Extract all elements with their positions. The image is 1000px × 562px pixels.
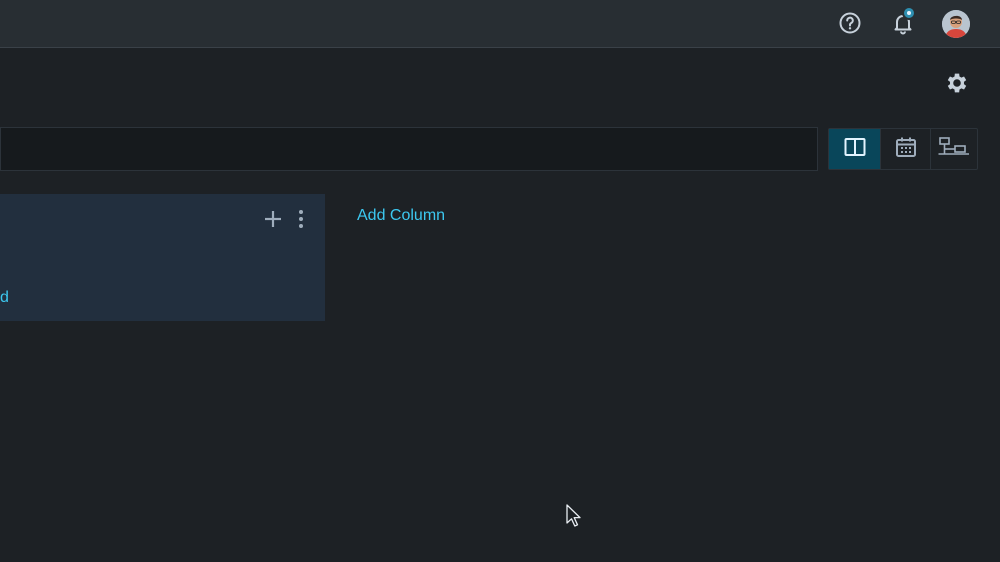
board-view-button[interactable] — [829, 129, 881, 169]
column-add-card-link[interactable]: d — [0, 289, 9, 307]
help-icon[interactable] — [836, 9, 864, 37]
view-switcher — [828, 128, 978, 170]
mouse-cursor-icon — [566, 504, 582, 528]
add-column-button[interactable]: Add Column — [357, 207, 445, 225]
top-navigation-bar — [0, 0, 1000, 48]
tree-view-button[interactable] — [931, 129, 977, 169]
user-avatar[interactable] — [942, 10, 970, 38]
gear-icon[interactable] — [942, 68, 972, 98]
board-view-icon — [844, 137, 866, 162]
plus-icon[interactable] — [262, 208, 284, 230]
tree-view-icon — [938, 136, 970, 163]
notification-badge — [902, 6, 916, 20]
calendar-view-button[interactable] — [881, 129, 931, 169]
kebab-menu-icon[interactable] — [292, 208, 310, 230]
calendar-view-icon — [895, 136, 917, 163]
search-input[interactable] — [0, 127, 818, 171]
